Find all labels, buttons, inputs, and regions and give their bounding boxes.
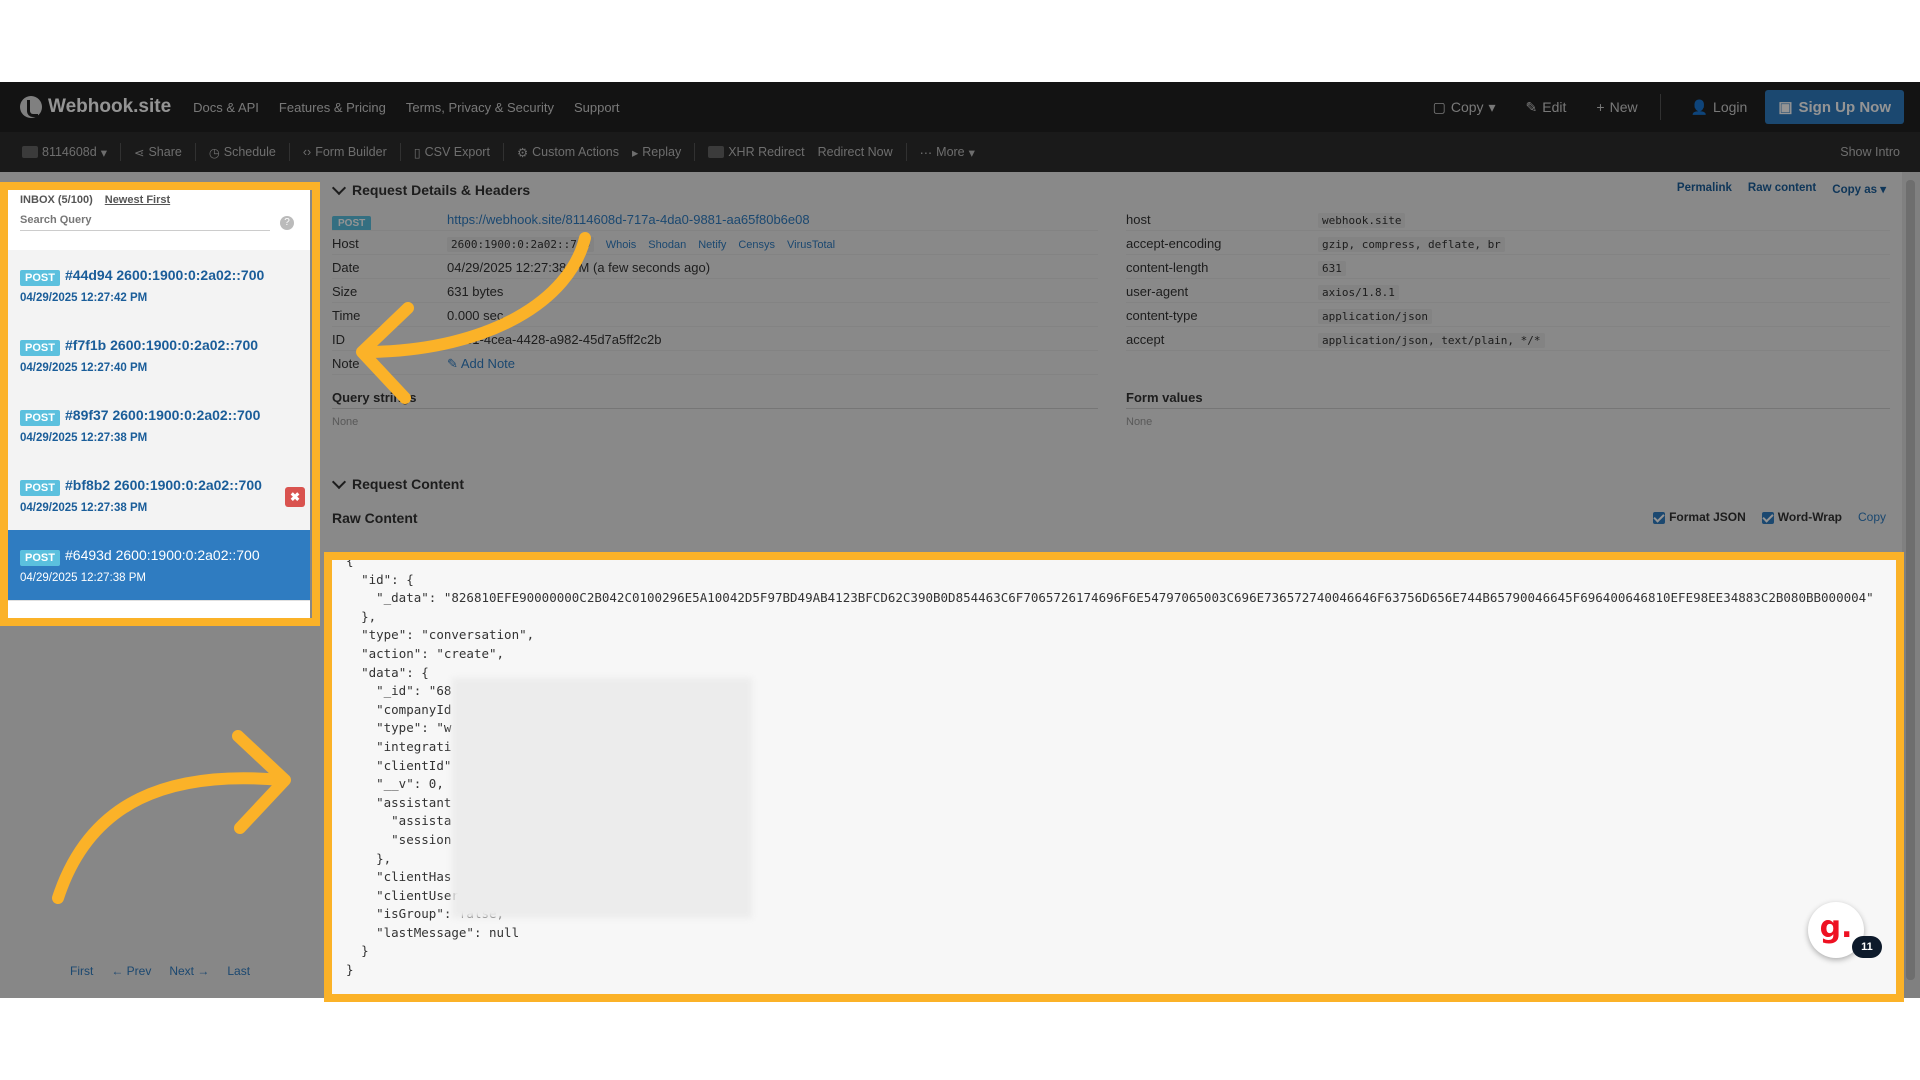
arrow-to-content [52, 772, 288, 904]
arrow-to-inbox [364, 232, 591, 358]
annotation-arrows [52, 232, 591, 904]
grammarly-count-badge: 11 [1852, 936, 1882, 958]
